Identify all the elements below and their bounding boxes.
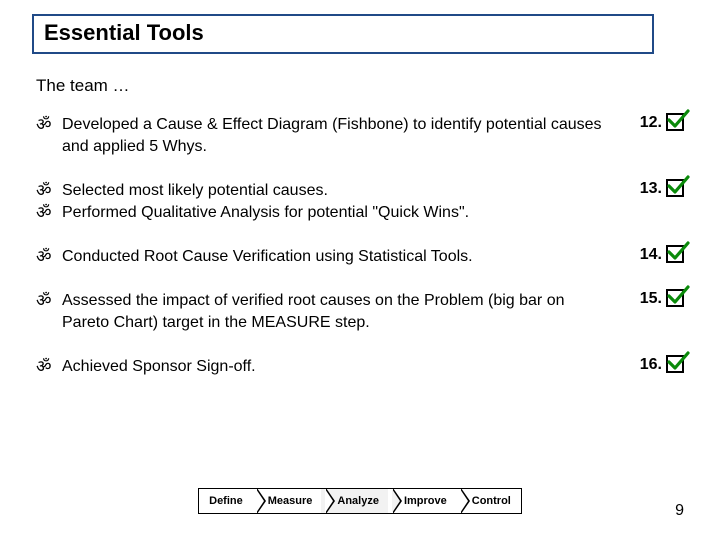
num-cell: 15.	[618, 288, 684, 310]
item-number: 13.	[640, 178, 662, 200]
num-cell: 14.	[618, 244, 684, 266]
bullet-col: ॐ	[36, 244, 62, 268]
item-number: 14.	[640, 244, 662, 266]
item-text-line: Performed Qualitative Analysis for poten…	[62, 202, 604, 224]
item-number: 15.	[640, 288, 662, 310]
bullet-col: ॐ	[36, 288, 62, 312]
intro-text: The team …	[36, 76, 130, 96]
bullet-icon: ॐ	[36, 290, 62, 312]
checkbox-checked-icon	[666, 113, 684, 131]
bullet-icon: ॐ	[36, 202, 62, 224]
title-box: Essential Tools	[32, 14, 654, 54]
checkbox-checked-icon	[666, 179, 684, 197]
list-item: ॐ Assessed the impact of verified root c…	[36, 288, 684, 334]
bullet-col: ॐ	[36, 354, 62, 378]
item-text: Assessed the impact of verified root cau…	[62, 288, 618, 334]
list-item: ॐ Conducted Root Cause Verification usin…	[36, 244, 684, 268]
item-number: 16.	[640, 354, 662, 376]
bullet-col: ॐ	[36, 112, 62, 136]
num-cell: 16.	[618, 354, 684, 376]
list-item: ॐ Developed a Cause & Effect Diagram (Fi…	[36, 112, 684, 158]
bullet-icon: ॐ	[36, 180, 62, 202]
num-cell: 12.	[618, 112, 684, 134]
page-title: Essential Tools	[44, 20, 642, 46]
dmaic-phases: Define Measure Analyze Improve Control	[198, 488, 522, 514]
phase-define: Define	[198, 488, 259, 514]
bullet-icon: ॐ	[36, 356, 62, 378]
dmaic-footer: Define Measure Analyze Improve Control	[0, 488, 720, 514]
item-text: Developed a Cause & Effect Diagram (Fish…	[62, 112, 618, 158]
list-item: ॐ Achieved Sponsor Sign-off. 16.	[36, 354, 684, 378]
bullet-icon: ॐ	[36, 246, 62, 268]
num-cell: 13.	[618, 178, 684, 200]
bullet-icon: ॐ	[36, 114, 62, 136]
checkbox-checked-icon	[666, 289, 684, 307]
item-text: Conducted Root Cause Verification using …	[62, 244, 618, 268]
list-item: ॐ ॐ Selected most likely potential cause…	[36, 178, 684, 224]
item-number: 12.	[640, 112, 662, 134]
item-text: Achieved Sponsor Sign-off.	[62, 354, 618, 378]
item-text-line: Selected most likely potential causes.	[62, 180, 604, 202]
checkbox-checked-icon	[666, 245, 684, 263]
bullet-col: ॐ ॐ	[36, 178, 62, 224]
page-number: 9	[675, 502, 684, 520]
item-text: Selected most likely potential causes. P…	[62, 178, 618, 224]
content-list: ॐ Developed a Cause & Effect Diagram (Fi…	[36, 112, 684, 378]
checkbox-checked-icon	[666, 355, 684, 373]
